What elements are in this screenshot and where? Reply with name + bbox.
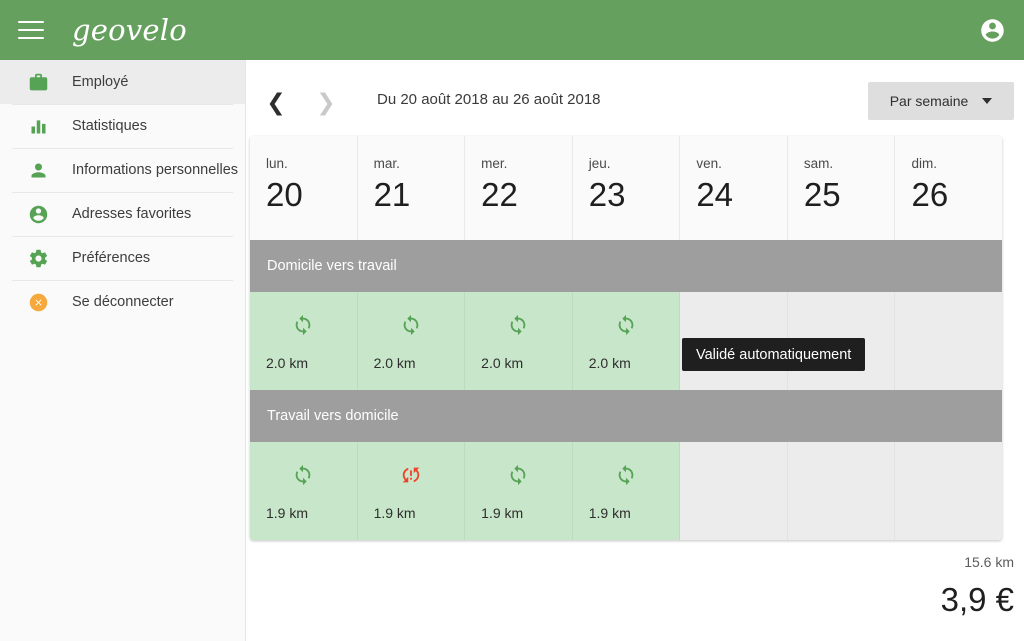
day-number: 24: [696, 176, 734, 213]
day-of-week: mer.: [481, 156, 508, 171]
trip-band-label: Domicile vers travail: [267, 258, 397, 274]
sidebar-item-label: Se déconnecter: [72, 294, 174, 310]
day-header-cell: mar. 21: [358, 136, 466, 240]
trip-distance: 1.9 km: [373, 505, 416, 521]
day-number: 20: [266, 176, 303, 213]
day-header-cell: mer. 22: [465, 136, 573, 240]
day-number: 23: [588, 176, 626, 213]
trip-row-work-to-home: 1.9 km 1.9 km 1.9 km 1.9 km: [250, 442, 1002, 540]
trip-cell[interactable]: 1.9 km: [572, 442, 681, 540]
bar-chart-icon: [26, 114, 50, 138]
day-of-week: mar.: [373, 156, 400, 171]
sidebar-item-statistiques[interactable]: Statistiques: [0, 104, 245, 148]
calendar-card: lun. 20 mar. 21 mer. 22 jeu. 23 ven. 24 …: [250, 136, 1002, 540]
trip-row-home-to-work: 2.0 km 2.0 km 2.0 km 2.0 km: [250, 292, 1002, 390]
trip-cell-empty[interactable]: [680, 442, 788, 540]
trip-cell-empty[interactable]: [895, 292, 1002, 390]
trip-cell[interactable]: 1.9 km: [250, 442, 358, 540]
person-icon: [26, 158, 50, 182]
day-number: 25: [803, 176, 841, 213]
trip-distance: 2.0 km: [481, 355, 524, 371]
total-amount: 3,9 €: [940, 581, 1014, 618]
account-circle-icon[interactable]: [977, 15, 1007, 45]
trip-band-home-to-work: Domicile vers travail: [250, 240, 1002, 292]
sidebar-item-label: Adresses favorites: [72, 206, 192, 222]
trip-cell[interactable]: 2.0 km: [357, 292, 466, 390]
trip-cell[interactable]: 2.0 km: [572, 292, 681, 390]
tooltip-valide-automatiquement: Validé automatiquement: [682, 338, 866, 371]
trip-cell[interactable]: 1.9 km: [465, 442, 573, 540]
day-header-cell: lun. 20: [250, 136, 358, 240]
day-of-week: jeu.: [588, 156, 611, 171]
day-of-week: dim.: [911, 156, 937, 171]
sidebar-item-employe[interactable]: Employé: [0, 60, 245, 104]
sync-icon: [573, 464, 680, 486]
trip-distance: 2.0 km: [373, 355, 416, 371]
sidebar-item-preferences[interactable]: Préférences: [0, 236, 245, 280]
trip-band-label: Travail vers domicile: [267, 408, 399, 424]
day-number: 26: [911, 176, 949, 213]
chevron-right-icon[interactable]: ❯: [308, 82, 344, 122]
sync-icon: [465, 464, 572, 486]
sync-icon: [573, 314, 680, 336]
sidebar-item-adresses-favorites[interactable]: Adresses favorites: [0, 192, 245, 236]
trip-distance: 1.9 km: [481, 505, 524, 521]
trip-distance: 2.0 km: [266, 355, 309, 371]
main-content: ❮ ❯ Du 20 août 2018 au 26 août 2018 Par …: [246, 60, 1024, 641]
total-distance: 15.6 km: [964, 554, 1014, 570]
sidebar-item-label: Préférences: [72, 250, 151, 266]
trip-band-work-to-home: Travail vers domicile: [250, 390, 1002, 442]
app-header: geovelo: [0, 0, 1024, 60]
totals-block: 15.6 km 3,9 €: [941, 552, 1014, 622]
trip-distance: 2.0 km: [588, 355, 631, 371]
day-of-week: sam.: [803, 156, 834, 171]
trip-distance: 1.9 km: [588, 505, 631, 521]
sidebar-item-se-deconnecter[interactable]: Se déconnecter: [0, 280, 245, 324]
sync-icon: [250, 314, 357, 336]
day-number: 22: [481, 176, 518, 213]
account-circle-icon: [26, 202, 50, 226]
period-select-label: Par semaine: [889, 93, 969, 109]
sidebar-item-label: Employé: [72, 74, 129, 90]
day-of-week: lun.: [266, 156, 288, 171]
sync-icon: [465, 314, 572, 336]
sync-icon: [250, 464, 357, 486]
trip-cell[interactable]: 1.9 km: [357, 442, 466, 540]
sidebar-item-informations-personnelles[interactable]: Informations personnelles: [0, 148, 245, 192]
trip-cell[interactable]: 2.0 km: [250, 292, 358, 390]
day-header-cell: jeu. 23: [573, 136, 681, 240]
chevron-down-icon: [982, 98, 993, 104]
trip-cell-empty[interactable]: [787, 442, 896, 540]
sidebar-item-label: Informations personnelles: [72, 162, 239, 178]
day-header-cell: sam. 25: [788, 136, 896, 240]
day-header-cell: dim. 26: [895, 136, 1002, 240]
period-toolbar: ❮ ❯ Du 20 août 2018 au 26 août 2018 Par …: [246, 82, 1024, 138]
sync-problem-icon: [358, 464, 465, 486]
sidebar-item-label: Statistiques: [72, 118, 147, 134]
date-range-label: Du 20 août 2018 au 26 août 2018: [377, 91, 601, 108]
period-select[interactable]: Par semaine: [868, 82, 1014, 120]
trip-distance: 1.9 km: [266, 505, 309, 521]
day-header-cell: ven. 24: [680, 136, 788, 240]
gear-icon: [26, 246, 50, 270]
sync-icon: [358, 314, 465, 336]
close-circle-icon: [26, 290, 50, 314]
briefcase-icon: [26, 70, 50, 94]
trip-cell-empty[interactable]: [895, 442, 1002, 540]
calendar-day-header: lun. 20 mar. 21 mer. 22 jeu. 23 ven. 24 …: [250, 136, 1002, 240]
chevron-left-icon[interactable]: ❮: [258, 82, 294, 122]
hamburger-menu-icon[interactable]: [18, 21, 44, 39]
brand-logo[interactable]: geovelo: [72, 13, 187, 47]
sidebar: Employé Statistiques Informations person…: [0, 60, 246, 641]
trip-cell[interactable]: 2.0 km: [465, 292, 573, 390]
day-number: 21: [373, 176, 411, 213]
day-of-week: ven.: [696, 156, 722, 171]
